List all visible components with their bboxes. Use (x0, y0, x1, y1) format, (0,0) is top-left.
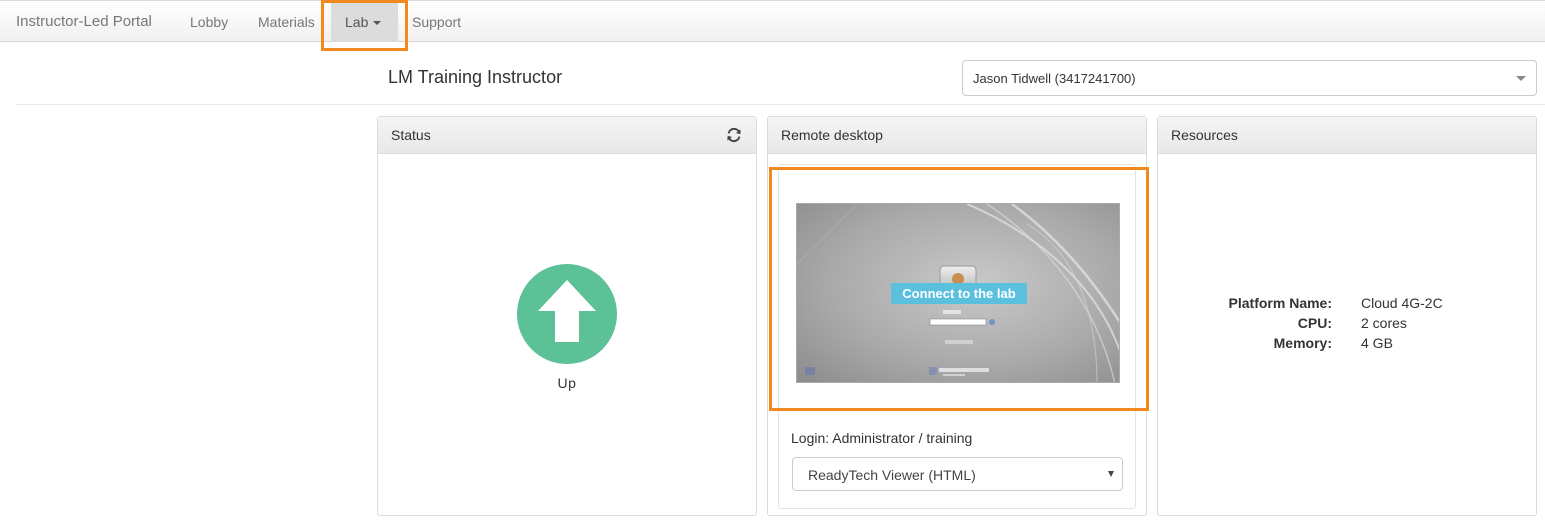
remote-desktop-thumbnail[interactable]: Connect to the lab (796, 203, 1120, 383)
status-panel: Status Up (377, 116, 757, 516)
resource-value: 2 cores (1361, 315, 1407, 331)
navbar-brand[interactable]: Instructor-Led Portal (16, 13, 152, 30)
remote-desktop-well: Connect to the lab Login: Administrator … (778, 164, 1136, 509)
viewer-select-value: ReadyTech Viewer (HTML) (808, 467, 976, 483)
nav-lab-label: Lab (345, 14, 369, 30)
arrow-up-circle-icon (517, 264, 617, 364)
login-credentials: Login: Administrator / training (791, 430, 973, 446)
status-text: Up (557, 375, 577, 391)
resource-row: CPU: 2 cores (1158, 315, 1536, 335)
connect-to-lab-button[interactable]: Connect to the lab (891, 283, 1027, 304)
resource-row: Platform Name: Cloud 4G-2C (1158, 295, 1536, 315)
nav-materials[interactable]: Materials (258, 14, 315, 30)
chevron-down-icon (1108, 471, 1114, 477)
top-navbar: Instructor-Led Portal Lobby Materials La… (0, 0, 1545, 42)
divider (16, 104, 1545, 105)
resource-value: Cloud 4G-2C (1361, 295, 1443, 311)
caret-down-icon (373, 21, 382, 26)
resource-value: 4 GB (1361, 335, 1393, 351)
refresh-icon[interactable] (726, 127, 742, 143)
nav-lobby[interactable]: Lobby (190, 14, 228, 30)
remote-desktop-panel: Remote desktop Connect to the lab Login:… (767, 116, 1149, 516)
resources-panel-heading: Resources (1158, 117, 1536, 154)
viewer-select[interactable]: ReadyTech Viewer (HTML) (792, 457, 1123, 491)
remote-panel-heading: Remote desktop (768, 117, 1146, 154)
page-title: LM Training Instructor (388, 67, 563, 87)
user-select-value: Jason Tidwell (3417241700) (973, 71, 1136, 86)
remote-panel-title: Remote desktop (781, 127, 883, 143)
nav-support[interactable]: Support (412, 14, 461, 30)
nav-lab-dropdown[interactable]: Lab (331, 2, 398, 42)
resource-label: Platform Name: (1228, 295, 1332, 311)
resource-row: Memory: 4 GB (1158, 335, 1536, 355)
resources-panel-title: Resources (1171, 127, 1238, 143)
resources-list: Platform Name: Cloud 4G-2C CPU: 2 cores … (1158, 295, 1536, 355)
resources-panel: Resources Platform Name: Cloud 4G-2C CPU… (1157, 116, 1537, 516)
status-panel-title: Status (391, 127, 431, 143)
user-select[interactable]: Jason Tidwell (3417241700) (962, 60, 1537, 96)
resource-label: CPU: (1297, 315, 1332, 331)
resource-label: Memory: (1273, 335, 1332, 351)
status-panel-heading: Status (378, 117, 756, 154)
chevron-down-icon (1516, 76, 1526, 81)
